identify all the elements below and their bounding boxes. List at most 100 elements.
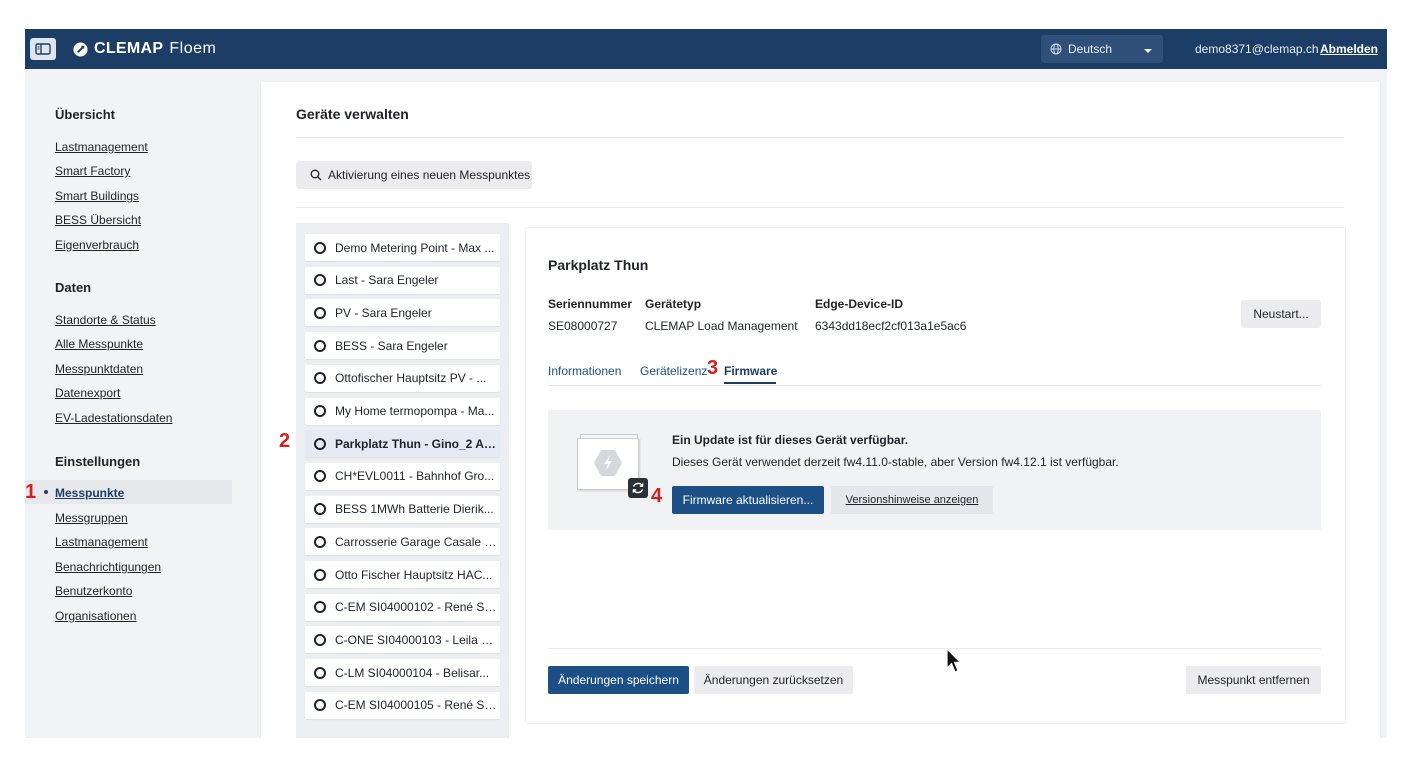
device-list-item[interactable]: C-EM SI04000105 - René Sc... [305,691,500,719]
step-marker-3: 3 [707,357,719,379]
language-select[interactable]: Deutsch [1041,35,1163,63]
remove-metering-point-button[interactable]: Messpunkt entfernen [1186,666,1321,694]
device-list-item[interactable]: C-EM SI04000102 - René Sc... [305,593,500,621]
radio-button-icon[interactable] [314,470,326,483]
language-value: Deutsch [1068,42,1113,56]
divider [296,137,1344,138]
firmware-update-description: Dieses Gerät verwendet derzeit fw4.11.0-… [672,455,1119,469]
device-list-item-label: Parkplatz Thun - Gino_2 Ag... [335,436,497,451]
active-nav-dot [44,490,48,494]
sidebar-item-smart-factory[interactable]: Smart Factory [55,164,130,178]
edge-device-id-value: 6343dd18ecf2cf013a1e5ac6 [815,319,967,333]
top-bar: CLEMAP Floem Deutsch demo8371@clemap.ch … [25,29,1387,69]
sidebar-item-self-consumption[interactable]: Eigenverbrauch [55,238,139,252]
device-list-item[interactable]: Demo Metering Point - Max ... [305,234,500,261]
device-type-value: CLEMAP Load Management [645,319,798,333]
device-list-item[interactable]: Otto Fischer Hauptsitz HAC... [305,561,500,588]
radio-button-icon[interactable] [314,568,326,581]
radio-button-icon[interactable] [314,339,326,352]
sidebar-item-metering-points[interactable]: Messpunkte [55,486,124,500]
firmware-update-box: Ein Update ist für dieses Gerät verfügba… [548,410,1321,530]
search-plus-icon [310,169,322,181]
sidebar-item-ev-charging-data[interactable]: EV-Ladestationsdaten [55,411,172,425]
restart-button[interactable]: Neustart... [1241,300,1321,328]
sidebar-item-data-export[interactable]: Datenexport [55,386,120,400]
radio-button-icon[interactable] [314,601,326,614]
bolt-hexagon-icon [593,449,623,477]
device-list-item[interactable]: Carrosserie Garage Casale - ... [305,528,500,556]
device-list-item-label: C-EM SI04000102 - René Sc... [335,600,497,615]
reset-changes-button[interactable]: Änderungen zurücksetzen [694,666,853,694]
radio-button-icon[interactable] [314,241,326,254]
sidebar-item-notifications[interactable]: Benachrichtigungen [55,560,161,574]
firmware-update-title: Ein Update ist für dieses Gerät verfügba… [672,433,909,447]
device-list-item[interactable]: Last - Sara Engeler [305,266,500,294]
main-panel: Geräte verwalten Aktivierung eines neuen… [261,82,1380,738]
radio-button-icon[interactable] [314,503,326,516]
page-title: Geräte verwalten [296,106,409,122]
tab-device-license[interactable]: Gerätelizenz [640,364,707,378]
globe-icon [1050,43,1062,55]
device-list-item-label: Otto Fischer Hauptsitz HAC... [335,567,493,582]
sidebar-item-organizations[interactable]: Organisationen [55,609,136,623]
sidebar-item-all-metering-points[interactable]: Alle Messpunkte [55,337,143,351]
device-list-item[interactable]: CH*EVL0011 - Bahnhof Gro... [305,462,500,490]
device-list-item[interactable]: Parkplatz Thun - Gino_2 Ag... [305,430,500,458]
activate-metering-point-button[interactable]: Aktivierung eines neuen Messpunktes [296,161,532,189]
tab-information[interactable]: Informationen [548,364,621,378]
device-type-label: Gerätetyp [645,297,702,311]
radio-button-icon[interactable] [314,306,326,319]
radio-button-icon[interactable] [314,535,326,548]
device-list-item[interactable]: C-ONE SI04000103 - Leila L... [305,626,500,654]
sidebar-item-locations-status[interactable]: Standorte & Status [55,313,156,327]
radio-button-icon[interactable] [314,372,326,385]
active-tab-indicator [724,382,776,384]
save-changes-button[interactable]: Änderungen speichern [548,666,689,694]
nav-heading-overview: Übersicht [55,107,115,122]
sidebar-item-bess-overview[interactable]: BESS Übersicht [55,213,141,227]
step-marker-4: 4 [651,485,663,507]
clemap-logo[interactable]: CLEMAP Floem [73,39,216,59]
device-list-item[interactable]: My Home termopompa - Ma... [305,397,500,425]
update-firmware-button[interactable]: Firmware aktualisieren... [672,486,824,514]
sidebar-item-metering-point-data[interactable]: Messpunktdaten [55,362,143,376]
activate-button-label: Aktivierung eines neuen Messpunktes [328,168,531,182]
radio-button-icon[interactable] [314,405,326,417]
sidebar-item-metering-groups[interactable]: Messgruppen [55,511,128,525]
step-marker-2: 2 [279,430,291,452]
device-list-item-label: Carrosserie Garage Casale - ... [335,534,497,549]
release-notes-button[interactable]: Versionshinweise anzeigen [831,486,993,514]
device-detail-panel: Parkplatz Thun Seriennummer SE08000727 G… [525,227,1346,724]
device-name: Parkplatz Thun [548,257,649,273]
device-list-item[interactable]: Ottofischer Hauptsitz PV - ... [305,364,500,392]
radio-button-icon[interactable] [314,633,326,646]
sidebar-item-smart-buildings[interactable]: Smart Buildings [55,189,139,203]
device-list-item-label: C-ONE SI04000103 - Leila L... [335,632,497,647]
mouse-cursor-icon [946,647,962,679]
device-list-item[interactable]: C-LM SI04000104 - Belisar... [305,659,500,687]
device-list-item[interactable]: PV - Sara Engeler [305,299,500,327]
divider [296,207,1344,208]
device-list-item-label: Ottofischer Hauptsitz PV - ... [335,371,487,386]
product-name: Floem [169,40,217,57]
sidebar-item-user-account[interactable]: Benutzerkonto [55,584,132,598]
radio-button-icon[interactable] [314,437,326,450]
brand-name: CLEMAP [94,40,164,57]
radio-button-icon[interactable] [314,699,326,712]
device-list-item[interactable]: BESS 1MWh Batterie Dierik... [305,495,500,523]
device-list-item-label: C-LM SI04000104 - Belisar... [335,665,490,680]
logout-link[interactable]: Abmelden [1320,42,1378,56]
serial-number-label: Seriennummer [548,297,633,311]
app-window: CLEMAP Floem Deutsch demo8371@clemap.ch … [25,29,1387,738]
radio-button-icon[interactable] [314,274,326,287]
device-list-item-label: PV - Sara Engeler [335,305,432,320]
device-list-item-label: BESS 1MWh Batterie Dierik... [335,502,494,517]
device-list-item-label: My Home termopompa - Ma... [335,404,495,418]
sidebar-toggle-button[interactable] [30,38,56,60]
radio-button-icon[interactable] [314,666,326,679]
tab-firmware[interactable]: Firmware [724,364,777,378]
device-list-item[interactable]: BESS - Sara Engeler [305,332,500,360]
sidebar-icon [35,43,51,55]
sidebar-item-load-management[interactable]: Lastmanagement [55,140,148,154]
sidebar-item-settings-load-management[interactable]: Lastmanagement [55,535,148,549]
